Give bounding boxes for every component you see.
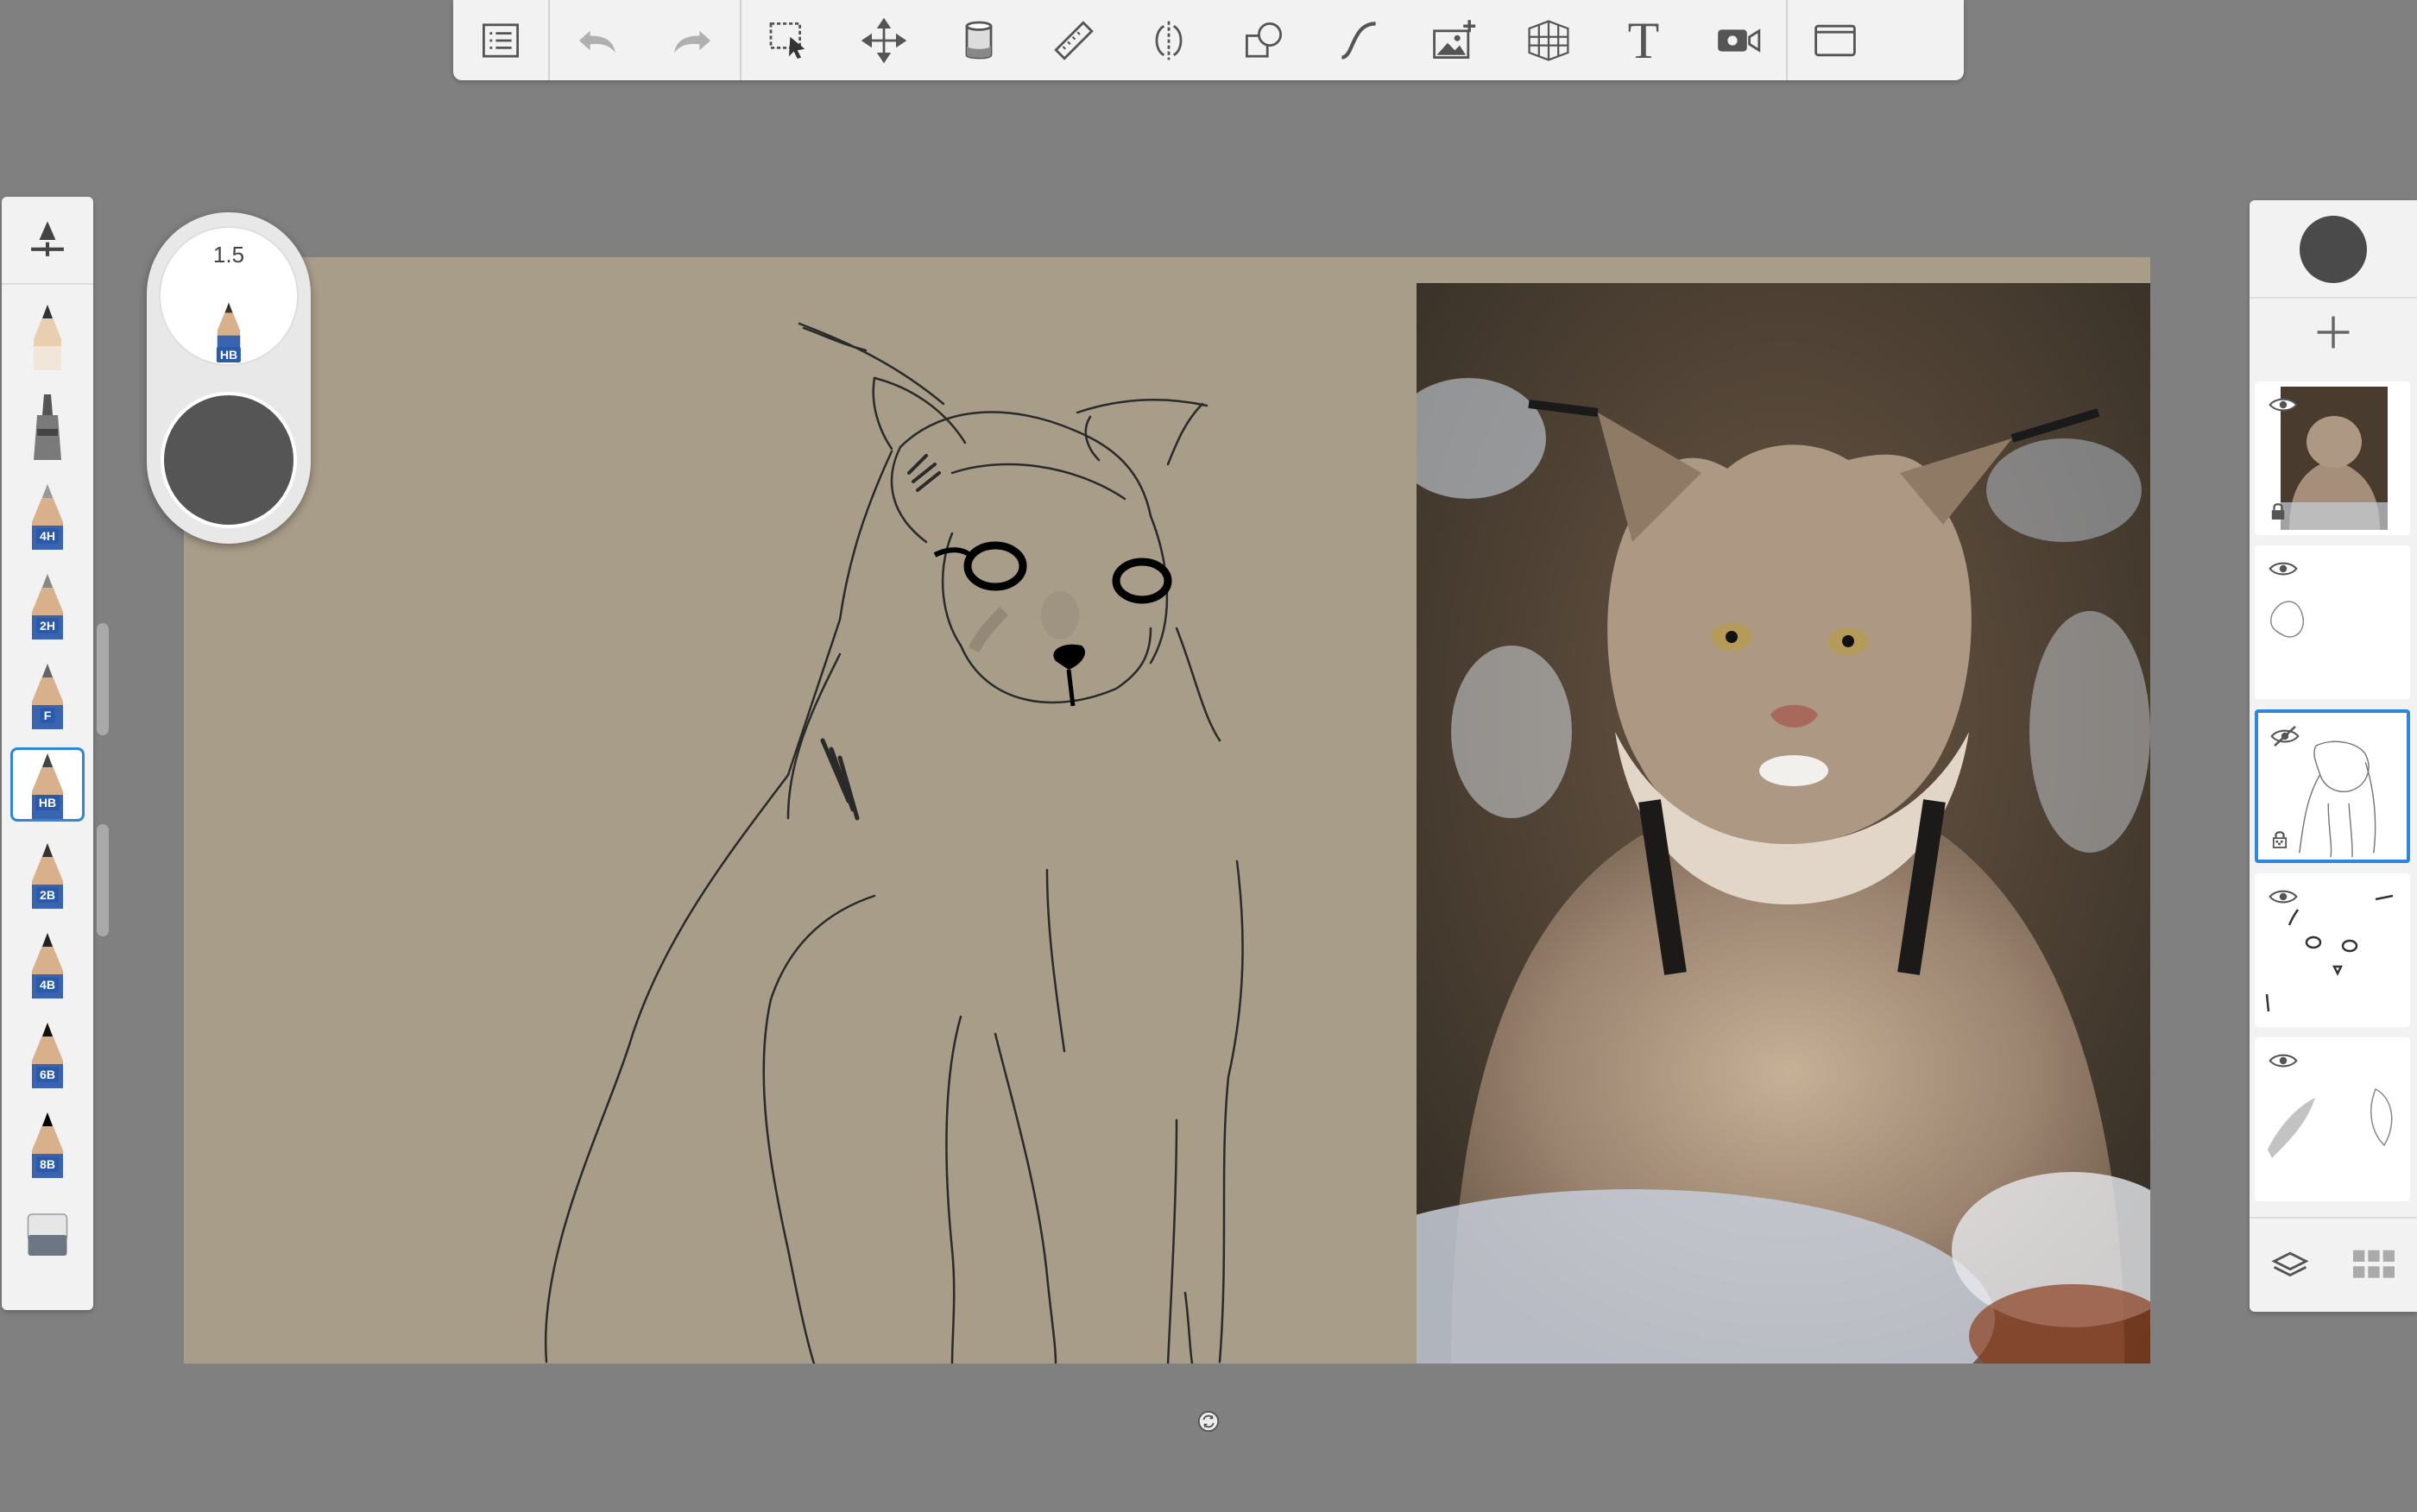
eraser-icon — [27, 1213, 68, 1256]
layer-eyes[interactable] — [2255, 873, 2410, 1027]
layer-photo[interactable] — [2255, 381, 2410, 535]
sync-icon[interactable] — [1196, 1409, 1221, 1433]
brush-4b[interactable]: 4B — [10, 927, 85, 1001]
shapes-icon — [1246, 22, 1282, 58]
perspective-icon — [1528, 19, 1569, 61]
pencil-icon — [34, 305, 61, 370]
layers-icon[interactable] — [2270, 1245, 2310, 1285]
symmetry-icon — [1155, 21, 1183, 60]
eye-icon[interactable] — [2269, 559, 2298, 578]
brush-label: HB — [35, 795, 60, 810]
selection-icon — [769, 22, 805, 59]
layer-shading[interactable] — [2255, 1037, 2410, 1201]
brush-label: 2B — [36, 887, 59, 903]
import-image-button[interactable] — [1406, 0, 1501, 80]
undo-icon — [579, 30, 615, 53]
import-image-icon — [1433, 19, 1476, 59]
brush-size-slider-handle[interactable] — [97, 623, 109, 735]
panel-divider — [2250, 297, 2417, 299]
fullscreen-button[interactable] — [1788, 0, 1883, 80]
brush-label: 2H — [36, 618, 59, 633]
eye-hidden-icon[interactable] — [2270, 725, 2300, 747]
symmetry-tool[interactable] — [1121, 0, 1216, 80]
brush-label: 6B — [36, 1067, 59, 1082]
eye-icon[interactable] — [2269, 1051, 2298, 1070]
layer-panel-footer — [2250, 1219, 2417, 1312]
time-lapse-button[interactable] — [1691, 0, 1786, 80]
brush-palette: 4H 2H F HB 2B 4B 6B 8B — [2, 197, 93, 1310]
brush-4h[interactable]: 4H — [10, 478, 85, 552]
fullscreen-icon — [1814, 24, 1856, 56]
transform-icon — [861, 17, 907, 63]
text-tool[interactable]: T — [1596, 0, 1691, 80]
transform-tool[interactable] — [836, 0, 931, 80]
brush-label: F — [40, 708, 55, 723]
curve-icon — [1341, 21, 1376, 60]
brush-2b[interactable]: 2B — [10, 837, 85, 911]
selection-tool[interactable] — [742, 0, 836, 80]
list-icon — [483, 22, 519, 58]
lock-icon[interactable] — [2272, 830, 2288, 849]
ruler-icon — [1054, 20, 1094, 60]
brush-hb[interactable]: HB — [10, 747, 85, 822]
stroke-tool[interactable] — [1311, 0, 1406, 80]
eye-icon[interactable] — [2269, 395, 2298, 414]
brush-color-swatch[interactable] — [161, 392, 297, 528]
layer-sketch-outline[interactable] — [2255, 545, 2410, 699]
ruler-tool[interactable] — [1026, 0, 1121, 80]
brush-label: 8B — [36, 1156, 59, 1172]
brush-2h[interactable]: 2H — [10, 568, 85, 642]
perspective-tool[interactable] — [1501, 0, 1596, 80]
brush-size-value: 1.5 — [212, 242, 245, 268]
add-layer-button[interactable] — [2250, 302, 2417, 362]
main-toolbar: T — [453, 0, 1964, 80]
brush-f[interactable]: F — [10, 658, 85, 732]
marker-icon — [34, 394, 61, 460]
color-picker-button[interactable] — [2300, 216, 2367, 283]
redo-icon — [674, 30, 710, 53]
brush-6b[interactable]: 6B — [10, 1017, 85, 1091]
brush-label: 4B — [36, 977, 59, 992]
lock-icon[interactable] — [2270, 502, 2286, 521]
lynx-sketch — [544, 322, 1244, 1364]
list-icon[interactable] — [453, 0, 548, 80]
text-icon: T — [1627, 11, 1660, 69]
time-lapse-icon — [1718, 28, 1761, 53]
puck-brush-label: HB — [216, 347, 242, 362]
brush-label: 4H — [36, 528, 59, 544]
layer-lynx-sketch[interactable] — [2255, 709, 2410, 863]
brush-pencil[interactable] — [10, 299, 85, 373]
brush-settings-icon — [31, 221, 64, 256]
layer-panel — [2250, 200, 2417, 1312]
reference-photo — [1417, 283, 2150, 1364]
brush-8b[interactable]: 8B — [10, 1106, 85, 1181]
fill-bucket-icon — [965, 21, 993, 59]
plus-icon — [2317, 316, 2350, 349]
undo-button[interactable] — [550, 0, 645, 80]
redo-button[interactable] — [645, 0, 740, 80]
eye-icon[interactable] — [2269, 887, 2298, 906]
fill-tool[interactable] — [931, 0, 1026, 80]
brush-size-preview[interactable]: 1.5 HB — [159, 226, 299, 366]
grid-icon[interactable] — [2351, 1248, 2397, 1282]
brush-opacity-slider-handle[interactable] — [97, 824, 109, 936]
drawing-canvas[interactable] — [184, 257, 2150, 1364]
brush-puck[interactable]: 1.5 HB — [147, 212, 311, 544]
brush-marker[interactable] — [10, 388, 85, 463]
brush-options-button[interactable] — [2, 197, 93, 285]
shapes-tool[interactable] — [1216, 0, 1311, 80]
brush-eraser[interactable] — [10, 1198, 85, 1272]
